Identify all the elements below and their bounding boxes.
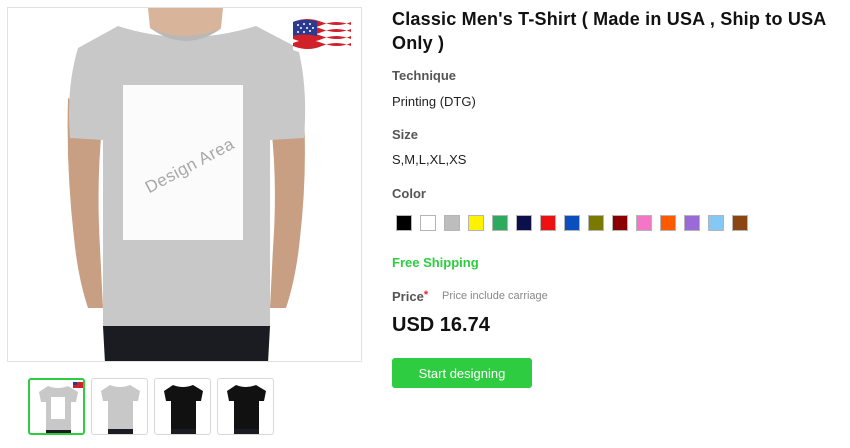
start-designing-button[interactable]: Start designing [392,358,532,388]
thumbnail-back-grey[interactable] [91,378,148,435]
color-swatch[interactable] [468,215,484,231]
product-info-panel: Classic Men's T-Shirt ( Made in USA , Sh… [392,7,842,388]
technique-value: Printing (DTG) [392,94,476,109]
price-label: Price* [392,289,428,304]
color-swatch[interactable] [684,215,700,231]
size-label: Size [392,127,419,142]
color-swatch-list [396,215,748,231]
technique-label: Technique [392,68,457,83]
product-title: Classic Men's T-Shirt ( Made in USA , Sh… [392,9,826,53]
price-label-text: Price [392,289,424,304]
color-swatch[interactable] [540,215,556,231]
color-swatch[interactable] [444,215,460,231]
product-main-image: Design Area [7,7,362,362]
thumbnail-front-black[interactable] [154,378,211,435]
thumbnail-back-black[interactable] [217,378,274,435]
color-swatch[interactable] [708,215,724,231]
color-swatch[interactable] [492,215,508,231]
size-value: S,M,L,XL,XS [392,152,467,167]
color-swatch[interactable] [660,215,676,231]
required-mark: * [423,289,429,301]
color-swatch[interactable] [636,215,652,231]
us-flag-icon [291,16,353,56]
thumbnail-front-design[interactable] [28,378,85,435]
thumbnail-strip [28,378,274,435]
color-swatch[interactable] [588,215,604,231]
free-shipping-text: Free Shipping [392,255,479,270]
color-swatch[interactable] [420,215,436,231]
price-note: Price include carriage [442,290,548,302]
color-swatch[interactable] [612,215,628,231]
color-swatch[interactable] [516,215,532,231]
color-swatch[interactable] [396,215,412,231]
color-swatch[interactable] [732,215,748,231]
color-label: Color [392,186,426,201]
color-swatch[interactable] [564,215,580,231]
price-value: USD 16.74 [392,314,490,336]
